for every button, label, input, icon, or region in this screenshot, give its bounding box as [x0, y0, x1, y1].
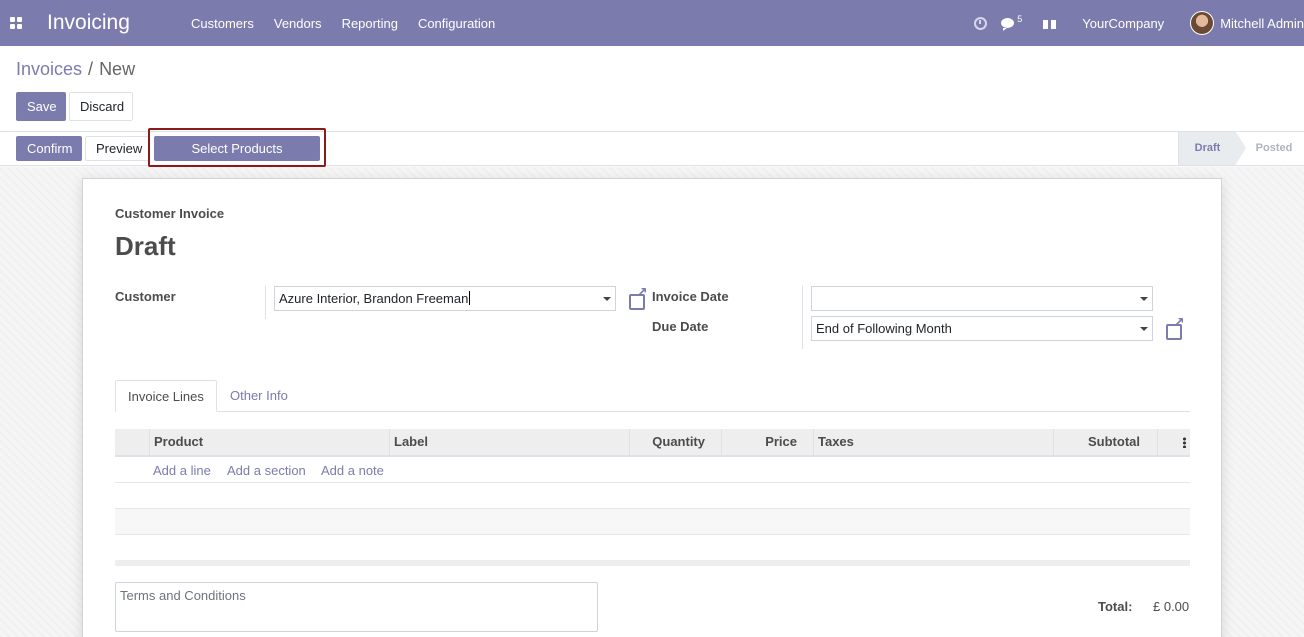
control-panel: Invoices / New Save Discard [0, 46, 1304, 132]
kebab-menu-icon [1183, 437, 1186, 448]
due-date-field[interactable]: End of Following Month [811, 316, 1153, 341]
preview-button[interactable]: Preview [85, 136, 150, 161]
total-label: Total: [1098, 599, 1133, 614]
messages-count-badge: 5 [1017, 14, 1023, 24]
top-navbar: Invoicing Customers Vendors Reporting Co… [0, 0, 1304, 46]
due-date-label: Due Date [652, 319, 709, 334]
invoice-date-label: Invoice Date [652, 289, 729, 304]
user-menu[interactable]: Mitchell Admin [1220, 16, 1304, 31]
invoice-name: Draft [115, 231, 176, 261]
messaging-menu[interactable]: 5 [1001, 14, 1023, 31]
confirm-button[interactable]: Confirm [16, 136, 82, 161]
invoice-form-sheet: Customer Invoice Draft Customer Azure In… [82, 178, 1222, 637]
table-row [115, 483, 1190, 509]
stage-posted[interactable]: Posted [1236, 132, 1304, 165]
breadcrumb-current: New [99, 59, 136, 79]
discard-button[interactable]: Discard [69, 92, 133, 121]
breadcrumb-invoices-link[interactable]: Invoices [16, 59, 82, 79]
payment-term-external-link-icon[interactable] [1166, 315, 1185, 340]
terms-and-conditions-field[interactable]: Terms and Conditions [115, 582, 598, 632]
company-switcher[interactable]: YourCompany [1082, 16, 1164, 31]
field-separator [802, 286, 803, 349]
main-menu: Customers Vendors Reporting Configuratio… [191, 16, 515, 31]
table-row [115, 509, 1190, 535]
tab-other-info[interactable]: Other Info [218, 380, 300, 412]
customer-dropdown-icon[interactable] [603, 297, 611, 301]
highlight-frame [148, 128, 326, 167]
total-value: £ 0.00 [1153, 599, 1190, 614]
tab-invoice-lines[interactable]: Invoice Lines [115, 380, 217, 412]
menu-item-reporting[interactable]: Reporting [342, 16, 398, 31]
menu-item-vendors[interactable]: Vendors [274, 16, 322, 31]
invoice-lines-header: Product Label Quantity Price Taxes Subto… [115, 429, 1190, 457]
column-label[interactable]: Label [389, 429, 629, 455]
customer-value: Azure Interior, Brandon Freeman [279, 291, 469, 306]
invoice-type-label: Customer Invoice [115, 206, 225, 221]
add-line-link[interactable]: Add a line [153, 463, 211, 478]
invoice-date-field[interactable] [811, 286, 1153, 311]
invoice-date-dropdown-icon[interactable] [1140, 297, 1148, 301]
breadcrumb-separator: / [88, 59, 94, 79]
column-taxes[interactable]: Taxes [813, 429, 1053, 455]
field-separator [265, 286, 266, 319]
table-row [115, 535, 1190, 561]
column-product[interactable]: Product [149, 429, 389, 455]
apps-menu-icon[interactable] [10, 16, 23, 30]
due-date-value: End of Following Month [816, 321, 952, 336]
text-cursor [469, 291, 471, 305]
gift-icon[interactable] [1043, 17, 1057, 29]
save-button[interactable]: Save [16, 92, 66, 121]
user-avatar[interactable] [1190, 11, 1215, 35]
column-price[interactable]: Price [721, 429, 813, 455]
app-name[interactable]: Invoicing [47, 11, 191, 35]
optional-columns-toggle[interactable] [1157, 429, 1190, 455]
column-subtotal[interactable]: Subtotal [1053, 429, 1157, 455]
breadcrumb: Invoices / New [16, 59, 135, 80]
terms-placeholder: Terms and Conditions [120, 588, 246, 603]
add-note-link[interactable]: Add a note [321, 463, 384, 478]
menu-item-customers[interactable]: Customers [191, 16, 254, 31]
stage-draft[interactable]: Draft [1178, 132, 1246, 165]
table-footer [115, 560, 1190, 566]
menu-item-configuration[interactable]: Configuration [418, 16, 495, 31]
customer-external-link-icon[interactable] [629, 285, 648, 310]
column-quantity[interactable]: Quantity [629, 429, 721, 455]
navbar-systray: 5 YourCompany Mitchell Admin [974, 0, 1304, 46]
add-section-link[interactable]: Add a section [227, 463, 306, 478]
customer-label: Customer [115, 289, 176, 304]
customer-field[interactable]: Azure Interior, Brandon Freeman [274, 286, 616, 311]
activity-clock-icon[interactable] [974, 16, 988, 30]
chat-bubble-icon [1001, 18, 1015, 31]
due-date-dropdown-icon[interactable] [1140, 327, 1148, 331]
